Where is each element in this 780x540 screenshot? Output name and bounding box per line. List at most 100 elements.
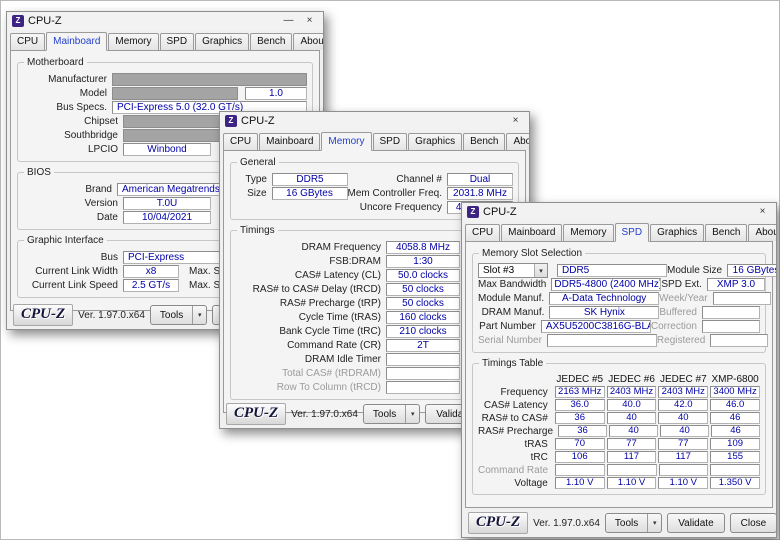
tab-mainboard[interactable]: Mainboard [501,224,562,241]
titlebar[interactable]: Z CPU-Z — × [7,12,323,30]
cell: 46 [710,412,760,424]
tools-button[interactable]: Tools ▾ [363,404,420,424]
row-label: Command Rate [478,465,553,476]
cpuz-logo: CPU-Z [468,512,528,534]
tab-cpu[interactable]: CPU [465,224,500,241]
tab-cpu[interactable]: CPU [10,33,45,50]
link-width-label: Current Link Width [23,266,123,277]
row-label: tRAS [478,439,553,450]
timing-value [386,367,460,380]
group-memory-slot-selection: Memory Slot Selection Slot #3 ▾ DDR5 Mod… [472,253,766,353]
row-label: CAS# Latency [478,400,553,411]
bios-version-value: T.0U [123,197,211,210]
tab-mainboard[interactable]: Mainboard [259,133,320,150]
table-row: Command Rate [478,464,760,476]
chevron-down-icon[interactable]: ▾ [405,405,419,423]
correction-label: Correction [651,321,702,332]
timing-value: 50 clocks [386,297,460,310]
tab-spd[interactable]: SPD [373,133,408,150]
tab-spd[interactable]: SPD [615,223,650,242]
tab-bar: CPU Mainboard Memory SPD Graphics Bench … [220,130,529,150]
cell: 1.10 V [607,477,657,489]
cpuz-spd-window: Z CPU-Z × CPU Mainboard Memory SPD Graph… [461,202,777,538]
tab-graphics[interactable]: Graphics [408,133,462,150]
tab-memory[interactable]: Memory [563,224,613,241]
cell: 106 [555,451,605,463]
cell: 117 [658,451,708,463]
chipset-label: Chipset [23,116,123,127]
tab-about[interactable]: About [293,33,324,50]
chevron-down-icon[interactable]: ▾ [192,306,206,324]
tab-about[interactable]: About [506,133,530,150]
cell: 46 [711,425,760,437]
tab-about[interactable]: About [748,224,777,241]
column-header: JEDEC #5 [555,374,605,385]
tab-mainboard[interactable]: Mainboard [46,32,107,51]
spd-ext-value: XMP 3.0 [707,278,765,291]
close-button[interactable]: Close [730,513,777,533]
slot-row: Slot #3 ▾ DDR5 Module Size 16 GBytes [478,264,760,277]
close-icon[interactable]: × [507,114,524,128]
bottom-bar: CPU-Z Ver. 1.97.0.x64 Tools ▾ Validate C… [462,509,776,537]
timing-value: 160 clocks [386,311,460,324]
table-header-row: JEDEC #5 JEDEC #6 JEDEC #7 XMP-6800 [478,374,760,385]
ddr-type-value: DDR5 [557,264,667,277]
chevron-down-icon[interactable]: ▾ [647,514,661,532]
titlebar[interactable]: Z CPU-Z × [462,203,776,221]
minimize-button[interactable]: — [280,14,297,28]
tab-memory[interactable]: Memory [321,132,371,151]
chevron-down-icon[interactable]: ▾ [534,264,547,277]
column-header: JEDEC #6 [607,374,657,385]
part-number-label: Part Number [478,321,541,332]
tab-bench[interactable]: Bench [250,33,292,50]
cell: 40 [658,412,708,424]
titlebar[interactable]: Z CPU-Z × [220,112,529,130]
row-label: RAS# Precharge [478,426,556,437]
tab-bench[interactable]: Bench [705,224,747,241]
group-label: Timings Table [479,358,546,369]
table-row: CAS# Latency 36.0 40.0 42.0 46.0 [478,399,760,411]
registered-value [710,334,768,347]
max-bandwidth-value: DDR5-4800 (2400 MHz) [551,278,661,291]
model-revision-value: 1.0 [245,87,307,100]
slot-select-value: Slot #3 [479,265,534,276]
validate-button[interactable]: Validate [667,513,724,533]
row-label: Frequency [478,387,553,398]
close-icon[interactable]: × [301,14,318,28]
cell: 1.350 V [710,477,760,489]
cpuz-app-icon: Z [225,115,237,127]
tab-cpu[interactable]: CPU [223,133,258,150]
table-row: RAS# to CAS# 36 40 40 46 [478,412,760,424]
window-title: CPU-Z [483,206,750,218]
cell: 42.0 [658,399,708,411]
tools-button-label: Tools [151,306,192,324]
timing-value [386,381,460,394]
table-row: tRC 106 117 117 155 [478,451,760,463]
slot-select[interactable]: Slot #3 ▾ [478,263,548,278]
timing-label: Cycle Time (tRAS) [236,312,386,323]
bios-brand-label: Brand [23,184,117,195]
link-width-value: x8 [123,265,179,278]
week-year-value [713,292,771,305]
tab-bar: CPU Mainboard Memory SPD Graphics Bench … [462,221,776,241]
cpuz-logo: CPU-Z [226,403,286,425]
cell: 3400 MHz [710,386,760,398]
tools-button[interactable]: Tools ▾ [605,513,662,533]
timing-label: FSB:DRAM [236,256,386,267]
cell: 36.0 [555,399,605,411]
cpuz-logo: CPU-Z [13,304,73,326]
tools-button[interactable]: Tools ▾ [150,305,207,325]
timing-label: Bank Cycle Time (tRC) [236,326,386,337]
module-manuf-row: Module Manuf. A-Data Technology Week/Yea… [478,292,760,305]
tab-graphics[interactable]: Graphics [650,224,704,241]
tab-bar: CPU Mainboard Memory SPD Graphics Bench … [7,30,323,50]
window-title: CPU-Z [28,15,276,27]
max-bandwidth-row: Max Bandwidth DDR5-4800 (2400 MHz) SPD E… [478,278,760,291]
close-icon[interactable]: × [754,205,771,219]
tab-bench[interactable]: Bench [463,133,505,150]
tools-button-label: Tools [364,405,405,423]
tab-spd[interactable]: SPD [160,33,195,50]
channel-value: Dual [447,173,513,186]
tab-graphics[interactable]: Graphics [195,33,249,50]
tab-memory[interactable]: Memory [108,33,158,50]
